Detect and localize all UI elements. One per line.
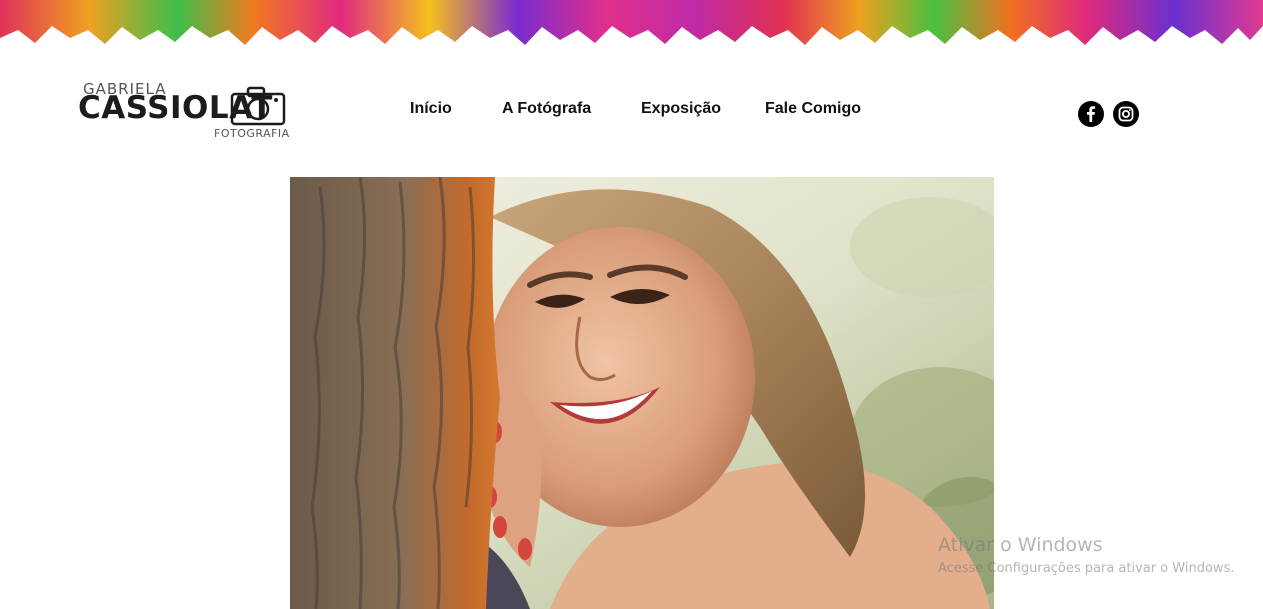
nav-item-a-fotografa[interactable]: A Fotógrafa: [502, 100, 591, 118]
portrait-photo: [290, 177, 994, 609]
camera-icon: [230, 86, 286, 126]
facebook-icon[interactable]: [1078, 101, 1104, 127]
instagram-icon[interactable]: [1113, 101, 1139, 127]
nav-item-inicio[interactable]: Início: [410, 100, 452, 118]
windows-activation-subtitle: Acesse Configurações para ativar o Windo…: [938, 561, 1235, 576]
nav-item-exposicao[interactable]: Exposição: [641, 100, 721, 118]
windows-activation-title: Ativar o Windows: [938, 534, 1103, 556]
logo-line3: FOTOGRAFIA: [214, 127, 290, 140]
site-logo[interactable]: GABRIELA CASSIOLAT FOTOGRAFIA: [72, 74, 290, 144]
nav-item-fale-comigo[interactable]: Fale Comigo: [765, 100, 861, 118]
paint-splash-banner: [0, 0, 1263, 48]
